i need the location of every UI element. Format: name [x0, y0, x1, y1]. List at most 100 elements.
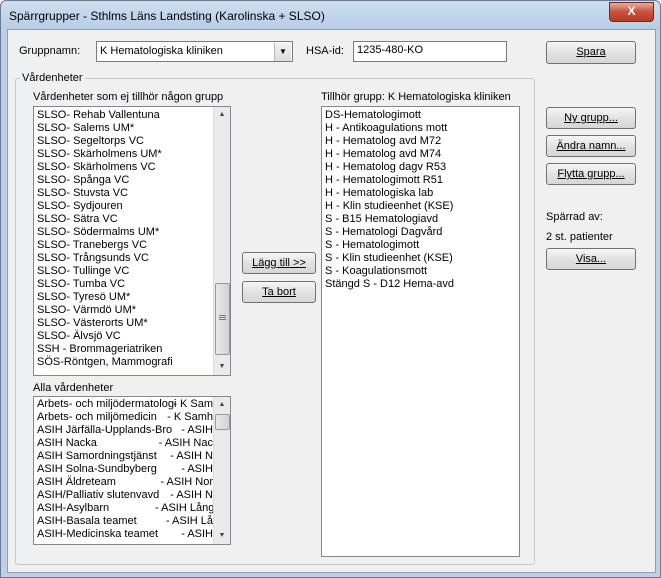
alla-vardenheter-listbox[interactable]: Arbets- och miljödermatologi - K Sam Arbet…	[33, 396, 231, 545]
list-item[interactable]: SLSO- Segeltorps VC	[35, 135, 213, 148]
gruppnamn-combobox[interactable]: K Hematologiska kliniken ▼	[96, 41, 293, 62]
visa-button[interactable]: Visa...	[546, 248, 636, 270]
list-item[interactable]: SSH - Brommageriatriken	[35, 343, 213, 356]
vardenheter-group-label: Vårdenheter	[20, 72, 85, 84]
enhet-code: - ASIH	[181, 528, 213, 540]
hsaid-label: HSA-id:	[306, 45, 344, 57]
list-item[interactable]: ASIH-Basala teamet - ASIH Lå	[35, 515, 213, 528]
list-item[interactable]: SLSO- Tumba VC	[35, 278, 213, 291]
enhet-code: - ASIH	[181, 463, 213, 475]
scroll-down-icon[interactable]: ▼	[214, 359, 230, 375]
enhet-name: ASIH Solna-Sundbyberg	[37, 463, 157, 475]
enhet-name: ASIH Nacka	[37, 437, 97, 449]
enhet-code: - ASIH Lång	[155, 502, 213, 514]
list-item[interactable]: SLSO- Värmdö UM*	[35, 304, 213, 317]
list-item[interactable]: DS-Hematologimott	[323, 109, 517, 122]
alla-vardenheter-items: Arbets- och miljödermatologi - K Sam Arbet…	[35, 398, 213, 541]
tillhor-grupp-listbox[interactable]: DS-Hematologimott H - Antikoagulations mo…	[321, 106, 520, 557]
scroll-thumb[interactable]	[215, 283, 230, 355]
lagg-till-button[interactable]: Lägg till >>	[242, 252, 316, 274]
sparrad-count: 2 st. patienter	[546, 231, 613, 243]
list-item[interactable]: SLSO- Salems UM*	[35, 122, 213, 135]
list-item[interactable]: S - Klin studieenhet (KSE)	[323, 252, 517, 265]
scroll-up-icon[interactable]: ▲	[214, 397, 230, 413]
visa-button-label: Visa...	[575, 253, 607, 265]
list-item[interactable]: S - Hematologi Dagvård	[323, 226, 517, 239]
list-item[interactable]: SÖS-Röntgen, Mammografi	[35, 356, 213, 369]
ej-grupp-scrollbar[interactable]: ▲ ▼	[213, 107, 230, 375]
ny-grupp-button[interactable]: Ny grupp...	[546, 107, 636, 129]
spara-button[interactable]: Spara	[546, 41, 636, 64]
list-item[interactable]: H - Hematologimott R51	[323, 174, 517, 187]
ej-grupp-listbox[interactable]: SLSO- Rehab Vallentuna SLSO- Salems UM* SL…	[33, 106, 231, 376]
title-bar[interactable]: Spärrgrupper - Sthlms Läns Landsting (Ka…	[1, 1, 660, 29]
list-item[interactable]: SLSO- Rehab Vallentuna	[35, 109, 213, 122]
list-item[interactable]: Arbets- och miljödermatologi - K Sam	[35, 398, 213, 411]
ej-grupp-items: SLSO- Rehab Vallentuna SLSO- Salems UM* SL…	[35, 109, 213, 369]
enhet-name: ASIH Järfälla-Upplands-Bro	[37, 424, 173, 436]
list-item[interactable]: ASIH Järfälla-Upplands-Bro - ASIH	[35, 424, 213, 437]
list-item[interactable]: H - Hematolog avd M72	[323, 135, 517, 148]
enhet-code: - ASIH N	[170, 489, 213, 501]
scroll-up-icon[interactable]: ▲	[214, 107, 230, 123]
list-item[interactable]: SLSO- Södermalms UM*	[35, 226, 213, 239]
enhet-name: Arbets- och miljömedicin	[37, 411, 157, 423]
list-item[interactable]: S - Koagulationsmott	[323, 265, 517, 278]
enhet-code: - ASIH N	[170, 450, 213, 462]
enhet-code: - K Sam	[173, 398, 213, 410]
list-item[interactable]: H - Klin studieenhet (KSE)	[323, 200, 517, 213]
flytta-grupp-button-label: Flytta grupp...	[557, 168, 625, 180]
hsaid-input[interactable]: 1235-480-KO	[353, 41, 507, 62]
list-item[interactable]: SLSO- Skärholmens UM*	[35, 148, 213, 161]
list-item[interactable]: SLSO- Stuvsta VC	[35, 187, 213, 200]
list-item[interactable]: SLSO- Skärholmens VC	[35, 161, 213, 174]
list-item[interactable]: ASIH-Asylbarn - ASIH Lång	[35, 502, 213, 515]
enhet-code: - ASIH	[181, 424, 213, 436]
enhet-name: ASIH-Basala teamet	[37, 515, 137, 527]
enhet-code: - K Samh	[167, 411, 213, 423]
list-item[interactable]: H - Hematolog avd M74	[323, 148, 517, 161]
alla-vardenheter-scrollbar[interactable]: ▲ ▼	[213, 397, 230, 544]
list-item[interactable]: S - Hematologimott	[323, 239, 517, 252]
grip-line	[219, 319, 226, 320]
list-item[interactable]: Stängd S - D12 Hema-avd	[323, 278, 517, 291]
list-item[interactable]: SLSO- Tyresö UM*	[35, 291, 213, 304]
tillhor-grupp-items: DS-Hematologimott H - Antikoagulations mo…	[323, 109, 517, 291]
dialog-window: Spärrgrupper - Sthlms Läns Landsting (Ka…	[0, 0, 661, 578]
list-item[interactable]: ASIH Samordningstjänst - ASIH N	[35, 450, 213, 463]
list-item[interactable]: ASIH-Medicinska teamet - ASIH	[35, 528, 213, 541]
list-item[interactable]: SLSO- Sätra VC	[35, 213, 213, 226]
sparrad-av-label: Spärrad av:	[546, 211, 603, 223]
list-item[interactable]: SLSO- Spånga VC	[35, 174, 213, 187]
enhet-name: ASIH/Palliativ slutenvavd	[37, 489, 160, 501]
list-item[interactable]: ASIH Solna-Sundbyberg - ASIH	[35, 463, 213, 476]
list-item[interactable]: ASIH Äldreteam - ASIH Nor	[35, 476, 213, 489]
window-title: Spärrgrupper - Sthlms Läns Landsting (Ka…	[9, 9, 325, 23]
list-item[interactable]: H - Hematologiska lab	[323, 187, 517, 200]
enhet-name: ASIH-Asylbarn	[37, 502, 110, 514]
ta-bort-button-label: Ta bort	[262, 286, 296, 298]
close-button[interactable]: X	[609, 2, 654, 22]
ej-grupp-list-label: Vårdenheter som ej tillhör någon grupp	[33, 91, 224, 103]
list-item[interactable]: H - Antikoagulations mott	[323, 122, 517, 135]
list-item[interactable]: SLSO- Tullinge VC	[35, 265, 213, 278]
scroll-thumb[interactable]	[215, 414, 230, 430]
dialog-body: Gruppnamn: K Hematologiska kliniken ▼ HS…	[7, 29, 656, 573]
list-item[interactable]: H - Hematolog dagv R53	[323, 161, 517, 174]
list-item[interactable]: S - B15 Hematologiavd	[323, 213, 517, 226]
chevron-down-icon[interactable]: ▼	[274, 43, 291, 61]
list-item[interactable]: SLSO- Västerorts UM*	[35, 317, 213, 330]
alla-vardenheter-label: Alla vårdenheter	[33, 382, 114, 394]
list-item[interactable]: ASIH Nacka - ASIH Nac	[35, 437, 213, 450]
enhet-code: - ASIH Nor	[160, 476, 213, 488]
list-item[interactable]: SLSO- Trångsunds VC	[35, 252, 213, 265]
ta-bort-button[interactable]: Ta bort	[242, 281, 316, 303]
andra-namn-button[interactable]: Ändra namn...	[546, 135, 636, 157]
list-item[interactable]: Arbets- och miljömedicin - K Samh	[35, 411, 213, 424]
list-item[interactable]: SLSO- Älvsjö VC	[35, 330, 213, 343]
list-item[interactable]: SLSO- Tranebergs VC	[35, 239, 213, 252]
list-item[interactable]: ASIH/Palliativ slutenvavd - ASIH N	[35, 489, 213, 502]
flytta-grupp-button[interactable]: Flytta grupp...	[546, 163, 636, 185]
scroll-down-icon[interactable]: ▼	[214, 528, 230, 544]
list-item[interactable]: SLSO- Sydjouren	[35, 200, 213, 213]
